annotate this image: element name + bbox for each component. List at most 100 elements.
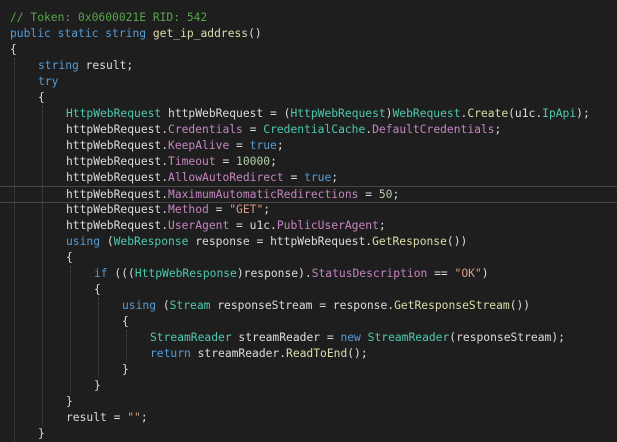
token-text: ( — [100, 235, 114, 248]
token-keyword: new — [340, 331, 361, 344]
token-text: (responseStream); — [449, 331, 565, 344]
token-text: httpWebRequest. — [66, 123, 169, 136]
token-text: { — [38, 91, 45, 104]
indent-guide — [98, 298, 99, 378]
code-line[interactable]: HttpWebRequest httpWebRequest = (HttpWeb… — [0, 106, 617, 122]
token-text: = u1c. — [229, 219, 277, 232]
code-editor[interactable]: // Token: 0x0600021E RID: 542 public stat… — [0, 0, 617, 442]
token-text: { — [66, 251, 73, 264]
token-text: ) — [481, 267, 489, 280]
token-text: == — [427, 267, 455, 280]
token-text: httpWebRequest = ( — [161, 107, 291, 120]
code-line[interactable]: { — [0, 314, 617, 330]
code-line[interactable]: { — [0, 282, 617, 298]
token-text: result = — [66, 411, 128, 424]
token-type: IpApi — [542, 107, 577, 120]
token-text: httpWebRequest. — [66, 171, 169, 184]
code-line[interactable]: httpWebRequest.Credentials = CredentialC… — [0, 122, 617, 138]
code-line-text: return streamReader.ReadToEnd(); — [150, 346, 368, 362]
token-type: StreamReader — [367, 331, 450, 344]
token-method: GetResponseStream — [394, 299, 510, 312]
code-line-text: { — [122, 314, 129, 330]
code-line-text: httpWebRequest.AllowAutoRedirect = true; — [66, 170, 338, 186]
token-type: WebResponse — [113, 235, 189, 248]
token-text: } — [66, 395, 73, 408]
code-line[interactable]: } — [0, 394, 617, 410]
code-line[interactable]: } — [0, 378, 617, 394]
token-text: ((( — [107, 267, 135, 280]
token-text: = — [208, 203, 230, 216]
code-line[interactable]: { — [0, 42, 617, 58]
token-keyword: using — [66, 235, 101, 248]
token-number: 50 — [378, 188, 393, 201]
code-line[interactable]: httpWebRequest.AllowAutoRedirect = true; — [0, 170, 617, 186]
token-text: httpWebRequest. — [66, 203, 169, 216]
code-line[interactable]: StreamReader streamReader = new StreamRe… — [0, 330, 617, 346]
token-text: ; — [331, 171, 339, 184]
token-text: httpWebRequest. — [66, 219, 169, 232]
token-text: = — [283, 171, 305, 184]
code-line-text: StreamReader streamReader = new StreamRe… — [150, 330, 565, 346]
token-type: HttpWebRequest — [66, 107, 162, 120]
token-property: UserAgent — [168, 219, 230, 232]
code-line[interactable]: // Token: 0x0600021E RID: 542 — [0, 10, 617, 26]
token-keyword: true — [304, 171, 332, 184]
code-line[interactable]: } — [0, 426, 617, 442]
token-text: ; — [270, 155, 277, 168]
token-text: (u1c. — [508, 107, 543, 120]
code-line[interactable]: return streamReader.ReadToEnd(); — [0, 346, 617, 362]
token-property: Method — [168, 203, 209, 216]
token-text: ( — [156, 299, 170, 312]
token-text: responseStream = response. — [210, 299, 395, 312]
token-text: = — [358, 188, 379, 201]
indent-guide — [126, 330, 127, 362]
token-property: KeepAlive — [168, 139, 230, 152]
code-line-text: } — [94, 378, 101, 394]
token-method: ReadToEnd — [286, 347, 348, 360]
token-text: ; — [276, 139, 284, 152]
token-text: response = httpWebRequest. — [188, 235, 373, 248]
token-text: ; — [494, 123, 502, 136]
token-comment: // Token: 0x0600021E RID: 542 — [10, 11, 208, 24]
code-line-text: { — [38, 90, 45, 106]
code-line-text: httpWebRequest.Timeout = 10000; — [66, 154, 277, 170]
token-type: WebRequest — [392, 107, 461, 120]
code-line-current[interactable]: httpWebRequest.MaximumAutomaticRedirecti… — [0, 186, 617, 203]
code-line-text: } — [122, 362, 129, 378]
code-line[interactable]: string result; — [0, 58, 617, 74]
code-line[interactable]: using (WebResponse response = httpWebReq… — [0, 234, 617, 250]
code-line[interactable]: { — [0, 90, 617, 106]
code-line[interactable]: try — [0, 74, 617, 90]
token-text: ; — [392, 188, 400, 201]
code-line[interactable]: public static string get_ip_address() — [0, 26, 617, 42]
token-text: result; — [78, 59, 134, 72]
code-line[interactable]: httpWebRequest.UserAgent = u1c.PublicUse… — [0, 218, 617, 234]
code-line[interactable]: httpWebRequest.KeepAlive = true; — [0, 138, 617, 154]
token-text: ; — [263, 203, 271, 216]
token-method: get_ip_address — [152, 27, 249, 40]
indent-guide — [42, 106, 43, 426]
token-text: = — [229, 139, 250, 152]
token-text: (); — [347, 347, 368, 360]
code-line[interactable]: { — [0, 250, 617, 266]
token-method: GetResponse — [372, 235, 447, 248]
token-text: ()) — [509, 299, 531, 312]
code-line[interactable]: } — [0, 362, 617, 378]
code-line-text: public static string get_ip_address() — [10, 26, 262, 42]
code-line-text: httpWebRequest.KeepAlive = true; — [66, 138, 284, 154]
token-text: httpWebRequest. — [66, 188, 169, 201]
token-text: ); — [576, 107, 590, 120]
code-line-text: string result; — [38, 58, 133, 74]
code-line[interactable]: httpWebRequest.Method = "GET"; — [0, 202, 617, 218]
code-line-text: httpWebRequest.MaximumAutomaticRedirecti… — [66, 187, 399, 203]
token-text: )response). — [236, 267, 312, 280]
code-line[interactable]: if (((HttpWebResponse)response).StatusDe… — [0, 266, 617, 282]
code-line[interactable]: result = ""; — [0, 410, 617, 426]
code-line-text: httpWebRequest.UserAgent = u1c.PublicUse… — [66, 218, 386, 234]
code-line[interactable]: using (Stream responseStream = response.… — [0, 298, 617, 314]
code-line[interactable]: httpWebRequest.Timeout = 10000; — [0, 154, 617, 170]
code-line-text: HttpWebRequest httpWebRequest = (HttpWeb… — [66, 106, 590, 122]
token-property: Credentials — [168, 123, 243, 136]
token-type: CredentialCache — [263, 123, 366, 136]
token-text: { — [122, 315, 129, 328]
